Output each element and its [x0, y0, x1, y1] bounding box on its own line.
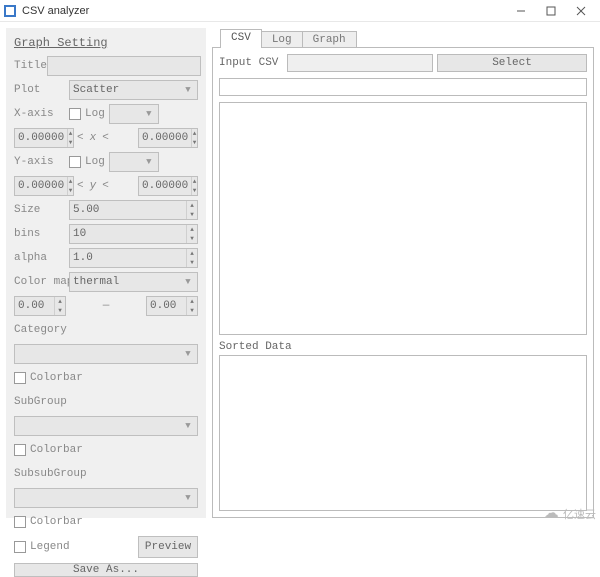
- tab-bar: CSV Log Graph: [212, 28, 594, 48]
- csv-preview-pane[interactable]: [219, 102, 587, 335]
- cmap-max-spin[interactable]: 0.00 ▲▼: [146, 296, 198, 316]
- right-panel: CSV Log Graph Input CSV Select Sorted Da…: [212, 28, 594, 518]
- category-select[interactable]: ▼: [14, 344, 198, 364]
- preview-button[interactable]: Preview: [138, 536, 198, 558]
- chevron-down-icon: ▼: [181, 346, 195, 362]
- tab-page-csv: Input CSV Select Sorted Data: [212, 47, 594, 518]
- maximize-button[interactable]: [536, 0, 566, 22]
- size-spin[interactable]: 5.00 ▲▼: [69, 200, 198, 220]
- minimize-button[interactable]: [506, 0, 536, 22]
- bins-label: bins: [14, 228, 69, 240]
- csv-path-input[interactable]: [287, 54, 433, 72]
- title-input[interactable]: [47, 56, 201, 76]
- sorted-data-label: Sorted Data: [219, 341, 587, 353]
- title-label: Title: [14, 60, 47, 72]
- save-as-button[interactable]: Save As...: [14, 563, 198, 577]
- xmax-spin[interactable]: 0.00000 ▲▼: [138, 128, 198, 148]
- chevron-down-icon: ▼: [142, 106, 156, 122]
- close-button[interactable]: [566, 0, 596, 22]
- plot-select[interactable]: Scatter ▼: [69, 80, 198, 100]
- select-file-button[interactable]: Select: [437, 54, 587, 72]
- plot-value: Scatter: [73, 84, 119, 96]
- subgroup-label: SubGroup: [14, 396, 198, 408]
- chevron-down-icon: ▼: [181, 490, 195, 506]
- chevron-down-icon: ▼: [181, 274, 195, 290]
- ymax-spin[interactable]: 0.00000 ▲▼: [138, 176, 198, 196]
- yaxis-log-checkbox[interactable]: Log: [69, 156, 105, 168]
- xaxis-label: X-axis: [14, 108, 69, 120]
- xaxis-field-select[interactable]: ▼: [109, 104, 159, 124]
- colorbar3-checkbox[interactable]: Colorbar: [14, 516, 83, 528]
- alpha-spin[interactable]: 1.0 ▲▼: [69, 248, 198, 268]
- sorted-data-pane[interactable]: [219, 355, 587, 511]
- colormap-label: Color map: [14, 276, 69, 288]
- subgroup-select[interactable]: ▼: [14, 416, 198, 436]
- titlebar: CSV analyzer: [0, 0, 600, 22]
- yaxis-field-select[interactable]: ▼: [109, 152, 159, 172]
- cmap-min-spin[interactable]: 0.00 ▲▼: [14, 296, 66, 316]
- category-label: Category: [14, 324, 198, 336]
- xaxis-log-checkbox[interactable]: Log: [69, 108, 105, 120]
- colorbar1-checkbox[interactable]: Colorbar: [14, 372, 83, 384]
- plot-label: Plot: [14, 84, 69, 96]
- alpha-label: alpha: [14, 252, 69, 264]
- app-icon: [4, 5, 16, 17]
- yaxis-label: Y-axis: [14, 156, 69, 168]
- filter-input[interactable]: [219, 78, 587, 96]
- section-title: Graph Setting: [14, 36, 198, 50]
- colorbar2-checkbox[interactable]: Colorbar: [14, 444, 83, 456]
- bins-spin[interactable]: 10 ▲▼: [69, 224, 198, 244]
- chevron-down-icon: ▼: [142, 154, 156, 170]
- colormap-select[interactable]: thermal ▼: [69, 272, 198, 292]
- ymin-spin[interactable]: 0.00000 ▲▼: [14, 176, 74, 196]
- tab-log[interactable]: Log: [261, 31, 303, 48]
- xmin-spin[interactable]: 0.00000 ▲▼: [14, 128, 74, 148]
- chevron-down-icon: ▼: [181, 418, 195, 434]
- subsubgroup-label: SubsubGroup: [14, 468, 198, 480]
- tab-graph[interactable]: Graph: [302, 31, 357, 48]
- legend-checkbox[interactable]: Legend: [14, 541, 70, 553]
- subsubgroup-select[interactable]: ▼: [14, 488, 198, 508]
- tab-csv[interactable]: CSV: [220, 29, 262, 48]
- input-csv-label: Input CSV: [219, 57, 283, 69]
- size-label: Size: [14, 204, 69, 216]
- window-title: CSV analyzer: [22, 5, 89, 17]
- chevron-down-icon: ▼: [181, 82, 195, 98]
- graph-settings-panel: Graph Setting Title Plot Scatter ▼ X-axi…: [6, 28, 206, 518]
